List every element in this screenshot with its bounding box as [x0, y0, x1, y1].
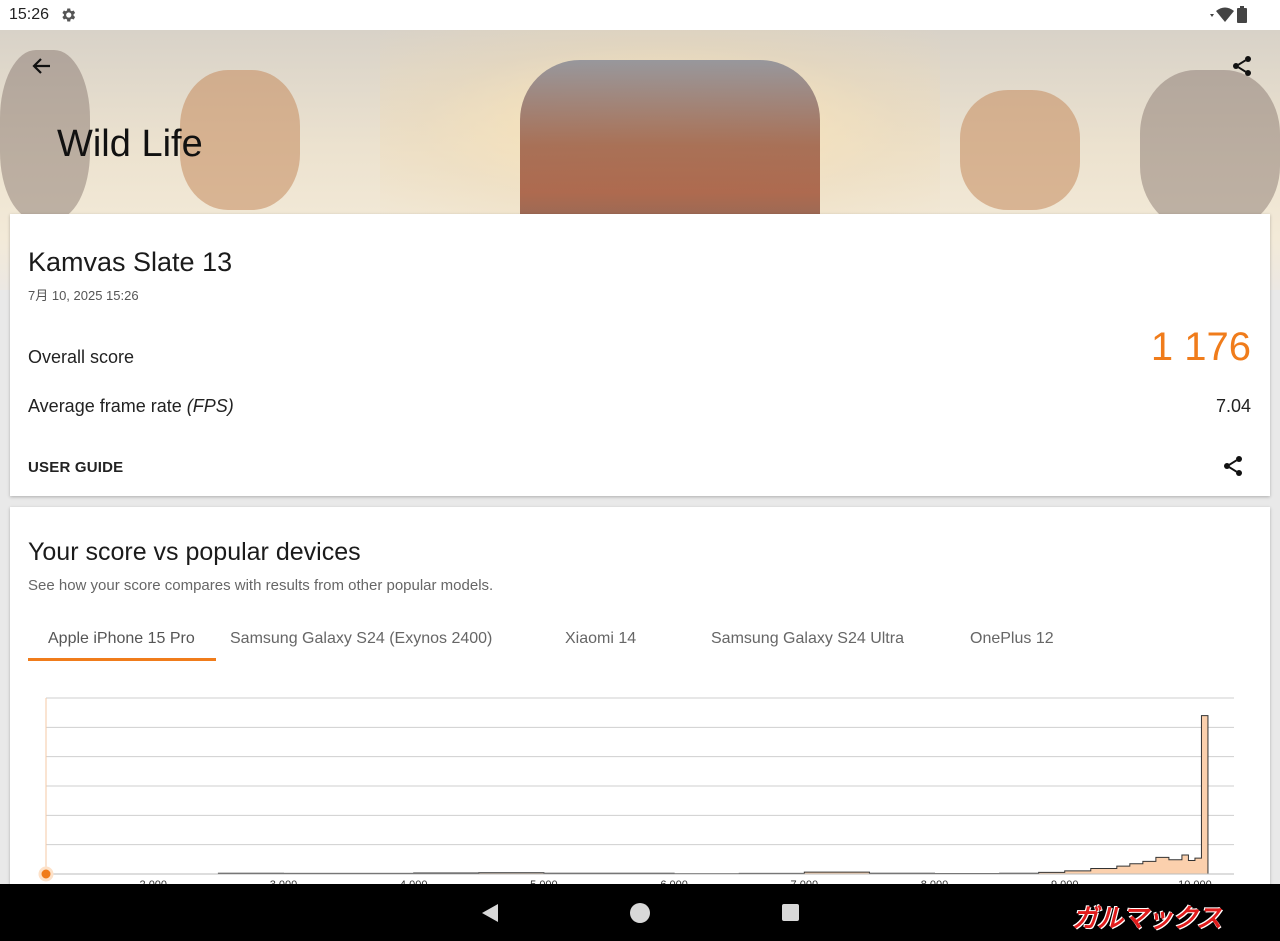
fps-label-text: Average frame rate [28, 396, 182, 416]
comparison-subtitle: See how your score compares with results… [28, 577, 494, 594]
user-guide-button[interactable]: USER GUIDE [28, 459, 123, 476]
page-title: Wild Life [57, 123, 203, 165]
fps-label: Average frame rate (FPS) [28, 396, 234, 417]
active-tab-indicator [28, 658, 216, 661]
device-tabs: Apple iPhone 15 Pro Samsung Galaxy S24 (… [28, 620, 1258, 664]
nav-home-icon[interactable] [630, 903, 650, 923]
overall-score-value: 1 176 [1150, 325, 1251, 369]
tab-samsung-galaxy-s24-exynos[interactable]: Samsung Galaxy S24 (Exynos 2400) [230, 630, 492, 648]
hero-artwork-rock [1140, 70, 1280, 230]
fps-unit: (FPS) [186, 396, 234, 416]
hero-artwork-creature-right [960, 90, 1080, 210]
gear-icon [62, 8, 76, 22]
nav-back-icon[interactable] [480, 903, 500, 923]
tab-samsung-galaxy-s24-ultra[interactable]: Samsung Galaxy S24 Ultra [711, 630, 904, 648]
tab-apple-iphone-15-pro[interactable]: Apple iPhone 15 Pro [48, 630, 195, 648]
fps-value: 7.04 [1215, 396, 1251, 416]
result-card: Kamvas Slate 13 7月 10, 2025 15:26 Overal… [10, 214, 1270, 496]
your-score-marker [38, 866, 54, 882]
back-arrow-icon[interactable] [30, 54, 54, 78]
result-date: 7月 10, 2025 15:26 [28, 288, 139, 303]
device-name: Kamvas Slate 13 [28, 247, 233, 277]
tab-xiaomi-14[interactable]: Xiaomi 14 [565, 630, 636, 648]
comparison-title: Your score vs popular devices [28, 538, 361, 566]
chart-distribution-area [46, 715, 1209, 875]
watermark-logo: ガルマックス [1072, 903, 1222, 933]
status-time: 15:26 [9, 6, 50, 23]
wifi-icon [1210, 7, 1234, 22]
battery-icon [1237, 6, 1247, 23]
tab-oneplus-12[interactable]: OnePlus 12 [970, 630, 1054, 648]
result-share-icon[interactable] [1221, 454, 1245, 478]
share-icon[interactable] [1230, 54, 1254, 78]
score-distribution-chart: 2,0003,0004,0005,0006,0007,0008,0009,000… [38, 697, 1234, 891]
comparison-card: Your score vs popular devices See how yo… [10, 507, 1270, 907]
nav-recent-icon[interactable] [782, 904, 799, 921]
status-bar: 15:26 [0, 0, 1280, 30]
overall-score-label: Overall score [28, 347, 135, 367]
